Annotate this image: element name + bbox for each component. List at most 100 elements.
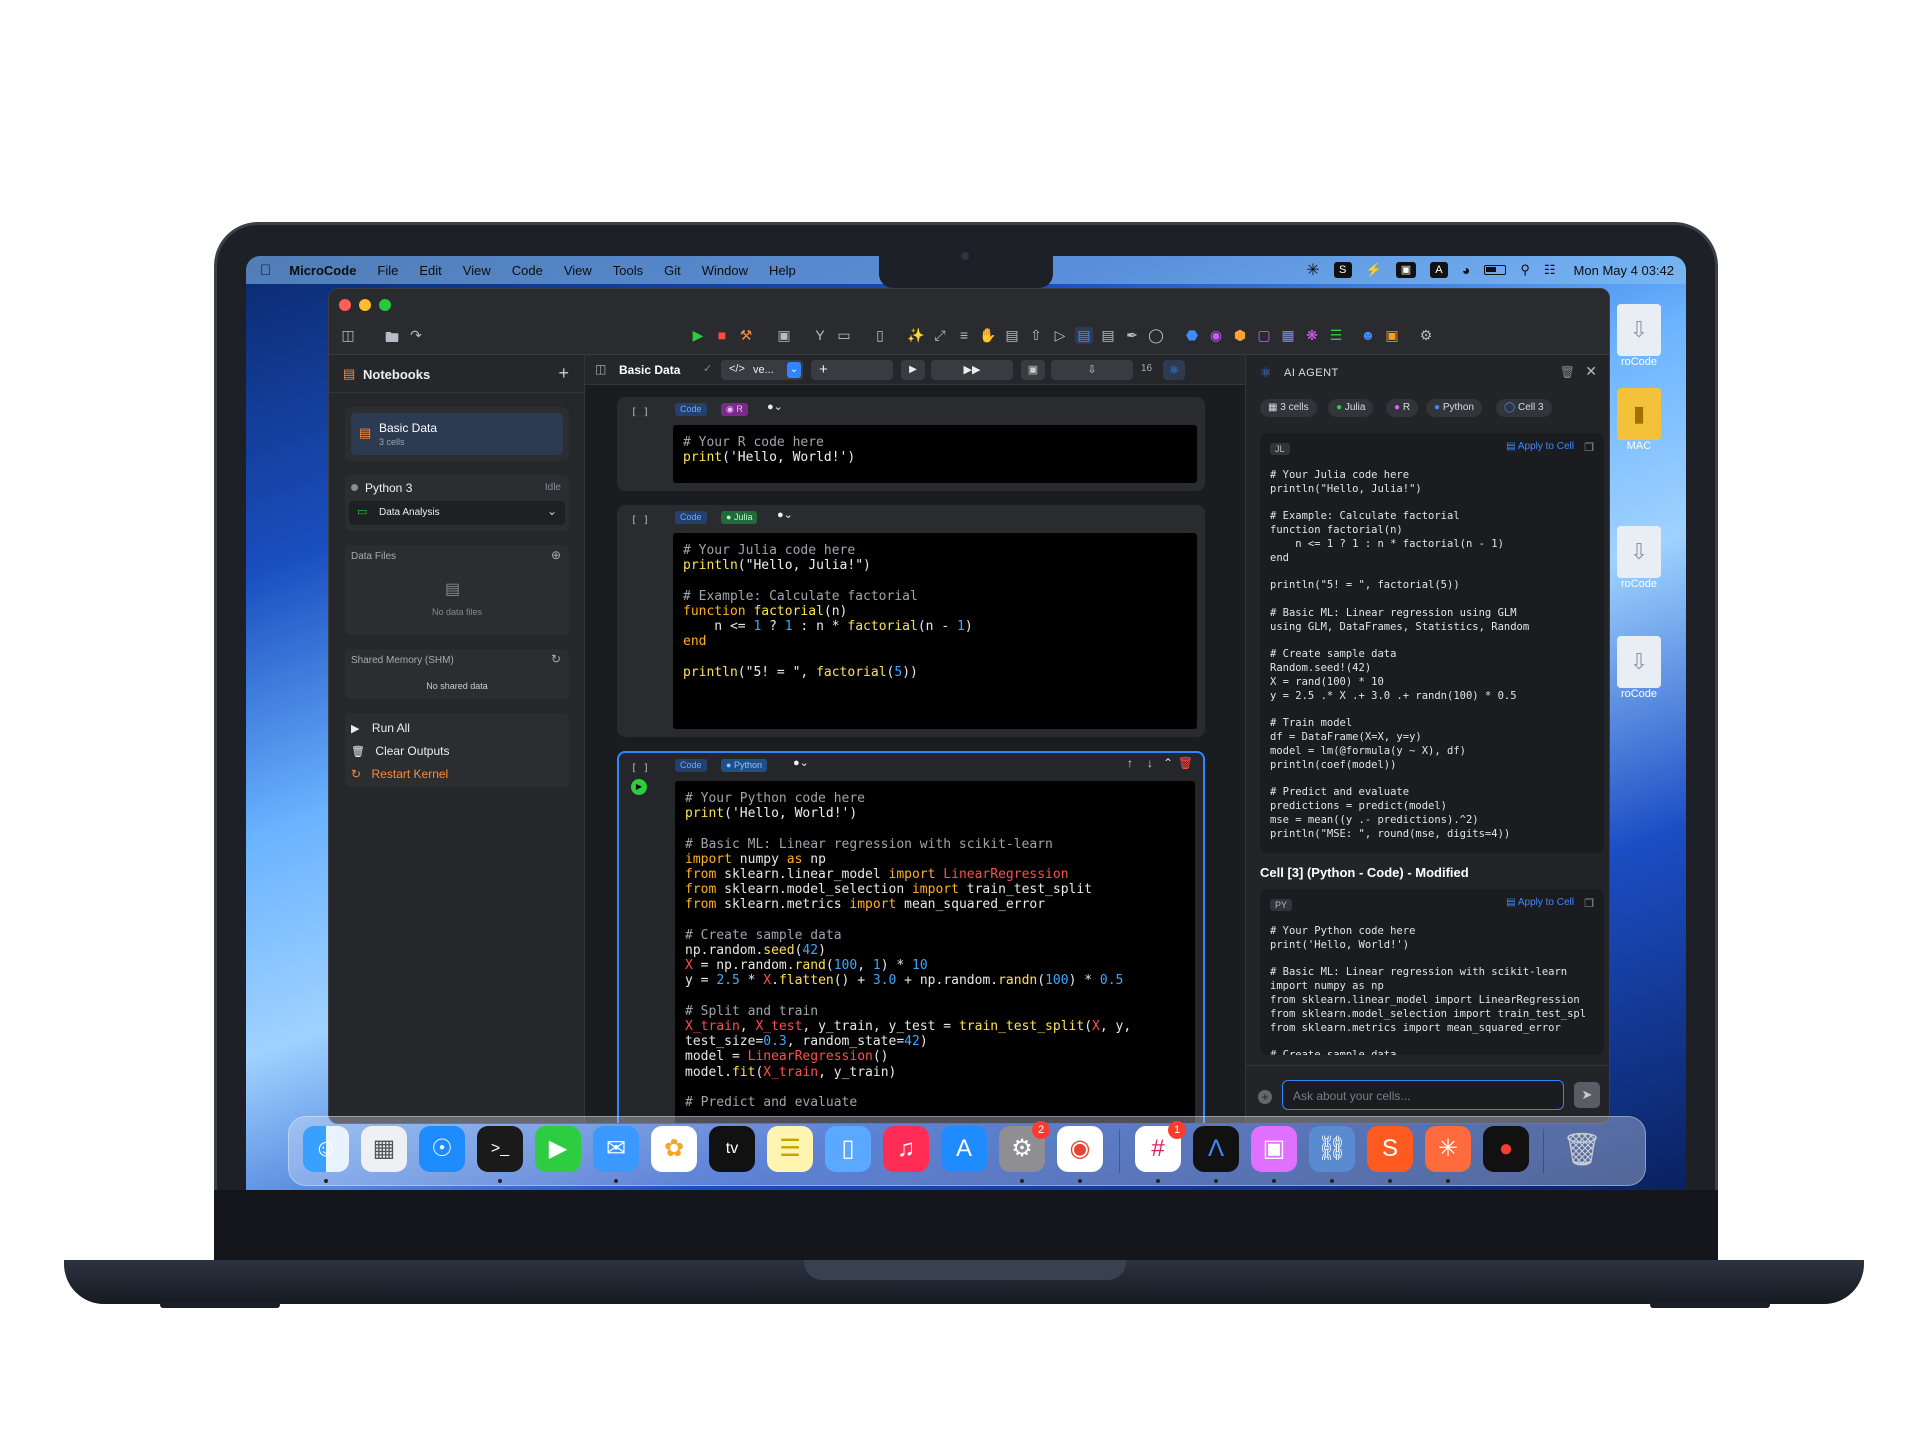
panel-toggle-icon[interactable]: ◫ bbox=[595, 362, 606, 376]
run-cell-icon[interactable]: ▶ bbox=[631, 779, 647, 795]
stop-icon[interactable]: ■ bbox=[713, 327, 731, 343]
display-icon[interactable]: ▣ bbox=[1395, 262, 1416, 278]
run-all-button[interactable]: ▶ Run All bbox=[351, 719, 551, 737]
terminal-box-icon[interactable]: ▣ bbox=[775, 327, 793, 344]
box-icon[interactable]: ▣ bbox=[1383, 327, 1401, 344]
menu-help[interactable]: Help bbox=[769, 263, 796, 278]
code-editor[interactable]: # Your Python code here print('Hello, Wo… bbox=[675, 781, 1195, 1123]
notebook-view-icon[interactable]: ▤ bbox=[1075, 327, 1093, 344]
spotlight-search-icon[interactable]: ⚲ bbox=[1520, 262, 1530, 278]
branch-icon[interactable]: Y bbox=[811, 327, 829, 343]
device-icon[interactable]: ▯ bbox=[871, 327, 889, 344]
settings-icon[interactable]: ⚙ 2 bbox=[999, 1121, 1050, 1172]
zoom-window-button[interactable] bbox=[379, 299, 391, 311]
chrome-icon[interactable]: ◉ bbox=[1057, 1126, 1103, 1172]
claude-icon[interactable]: ✳ bbox=[1425, 1126, 1471, 1172]
cube-icon[interactable]: ⬣ bbox=[1183, 327, 1201, 344]
device-mirror-icon[interactable]: ▯ bbox=[825, 1126, 871, 1172]
notebook-cell[interactable]: [ ] Code ● Julia ●⌄ # Your Julia code he… bbox=[617, 505, 1205, 737]
app-store-icon[interactable]: A bbox=[941, 1126, 987, 1172]
close-icon[interactable]: ✕ bbox=[1585, 363, 1597, 380]
asterisk-icon[interactable]: ✳ bbox=[1306, 260, 1319, 280]
s-app-icon[interactable]: S bbox=[1333, 262, 1352, 278]
music-icon[interactable]: ♫ bbox=[883, 1126, 929, 1172]
agent-input[interactable]: Ask about your cells... bbox=[1282, 1080, 1564, 1110]
collapse-icon[interactable]: ⌃ bbox=[1163, 756, 1173, 770]
cell-type-badge[interactable]: Code bbox=[675, 511, 707, 524]
magic-icon[interactable]: ✨ bbox=[907, 327, 925, 344]
edit-title-icon[interactable]: ✓ bbox=[703, 362, 712, 375]
close-window-button[interactable] bbox=[339, 299, 351, 311]
desktop-file-icon[interactable]: ⇩ roCode bbox=[1604, 526, 1674, 590]
sublime-icon[interactable]: S bbox=[1367, 1126, 1413, 1172]
copy-icon[interactable]: ❐ bbox=[1584, 441, 1594, 454]
chat-icon[interactable]: ◉ bbox=[1207, 327, 1225, 344]
stack-icon[interactable]: ▤ bbox=[1099, 327, 1117, 344]
menu-window[interactable]: Window bbox=[702, 263, 748, 278]
move-up-icon[interactable]: ↑ bbox=[1127, 756, 1133, 770]
refresh-icon[interactable]: ↻ bbox=[551, 652, 561, 666]
sidebar-toggle-icon[interactable]: ◫ bbox=[339, 327, 357, 344]
move-down-icon[interactable]: ↓ bbox=[1147, 756, 1153, 770]
run-icon[interactable]: ▶ bbox=[689, 327, 707, 344]
apply-to-cell-button[interactable]: ▤ Apply to Cell bbox=[1506, 441, 1574, 452]
menu-git[interactable]: Git bbox=[664, 263, 681, 278]
notebook-item[interactable]: ▤ Basic Data 3 cells bbox=[351, 413, 563, 455]
tv-icon[interactable]: tv bbox=[709, 1126, 755, 1172]
desktop-file-icon[interactable]: ⇩ roCode bbox=[1604, 304, 1674, 368]
cell-type-badge[interactable]: Code bbox=[675, 403, 707, 416]
menu-tools[interactable]: Tools bbox=[613, 263, 643, 278]
menu-app-name[interactable]: MicroCode bbox=[289, 263, 356, 278]
folder-button[interactable]: ▣ bbox=[1021, 360, 1045, 380]
environment-select[interactable]: ▭ Data Analysis ⌄ bbox=[349, 501, 565, 525]
new-file-icon[interactable]: ↷ bbox=[407, 327, 425, 344]
expand-icon[interactable]: ⤢ bbox=[931, 327, 949, 344]
context-chip-cell[interactable]: ◯ Cell 3 bbox=[1496, 399, 1552, 417]
trash-icon[interactable]: 🗑 bbox=[1559, 1126, 1605, 1172]
notebook-cell-selected[interactable]: [ ] ▶ Code ● Python ●⌄ ↑ ↓ ⌃ 🗑 # Your Py… bbox=[617, 751, 1205, 1123]
finder-icon[interactable]: ☺ bbox=[303, 1126, 349, 1172]
preview-icon[interactable]: ▷ bbox=[1051, 327, 1069, 344]
hand-icon[interactable]: ✋ bbox=[979, 327, 997, 344]
package-icon[interactable]: ⬢ bbox=[1231, 327, 1249, 344]
database-icon[interactable]: ⛓ bbox=[1309, 1126, 1355, 1172]
context-chip-python[interactable]: ● Python bbox=[1426, 399, 1482, 417]
apple-menu-icon[interactable]:  bbox=[260, 262, 271, 279]
menu-view-2[interactable]: View bbox=[564, 263, 592, 278]
add-attachment-icon[interactable]: + bbox=[1258, 1090, 1272, 1104]
add-notebook-button[interactable]: + bbox=[558, 363, 569, 384]
export-button[interactable]: ⇩ bbox=[1051, 360, 1133, 380]
send-icon[interactable]: ➤ bbox=[1574, 1082, 1600, 1108]
photos-icon[interactable]: ✿ bbox=[651, 1126, 697, 1172]
context-chip-r[interactable]: ● R bbox=[1386, 399, 1419, 417]
delete-cell-icon[interactable]: 🗑 bbox=[1178, 756, 1193, 770]
console-icon[interactable]: ▭ bbox=[835, 327, 853, 344]
menu-file[interactable]: File bbox=[377, 263, 398, 278]
people-icon[interactable]: ☻ bbox=[1359, 327, 1377, 343]
checklist-icon[interactable]: ☰ bbox=[1327, 327, 1345, 344]
code-editor[interactable]: # Your R code here print('Hello, World!'… bbox=[673, 425, 1197, 483]
notes-icon[interactable]: ☰ bbox=[767, 1126, 813, 1172]
menubar-clock[interactable]: Mon May 4 03:42 bbox=[1574, 263, 1674, 278]
build-hammer-icon[interactable]: ⚒ bbox=[737, 327, 755, 344]
desktop-drive-icon[interactable]: ▮ MAC bbox=[1604, 388, 1674, 452]
table-icon[interactable]: ▦ bbox=[1279, 327, 1297, 344]
safari-icon[interactable]: ☉ bbox=[419, 1126, 465, 1172]
network-icon[interactable]: ❋ bbox=[1303, 327, 1321, 344]
gear-icon[interactable]: ⚙ bbox=[1417, 327, 1435, 344]
add-cell-button[interactable]: + bbox=[811, 360, 893, 380]
restart-kernel-button[interactable]: ↻ Restart Kernel bbox=[351, 765, 551, 783]
context-chip-cells[interactable]: ▦ 3 cells bbox=[1260, 399, 1317, 417]
notebook-cell[interactable]: [ ] Code ◉ R ●⌄ # Your R code here print… bbox=[617, 397, 1205, 491]
ai-agent-toggle-icon[interactable]: ⚛ bbox=[1163, 360, 1185, 380]
minimize-window-button[interactable] bbox=[359, 299, 371, 311]
clear-chat-icon[interactable]: 🗑 bbox=[1560, 365, 1575, 379]
cell-lang-badge[interactable]: ◉ R bbox=[721, 403, 748, 416]
window-manager-icon[interactable]: ▣ bbox=[1251, 1126, 1297, 1172]
a-input-icon[interactable]: A bbox=[1429, 262, 1448, 278]
cell-status-dropdown[interactable]: ●⌄ bbox=[793, 756, 809, 769]
slack-icon[interactable]: #1 bbox=[1135, 1121, 1186, 1172]
run-cell-button[interactable]: ▶ bbox=[901, 360, 925, 380]
terminal-icon[interactable]: >_ bbox=[477, 1126, 523, 1172]
desktop-file-icon[interactable]: ⇩ roCode bbox=[1604, 636, 1674, 700]
